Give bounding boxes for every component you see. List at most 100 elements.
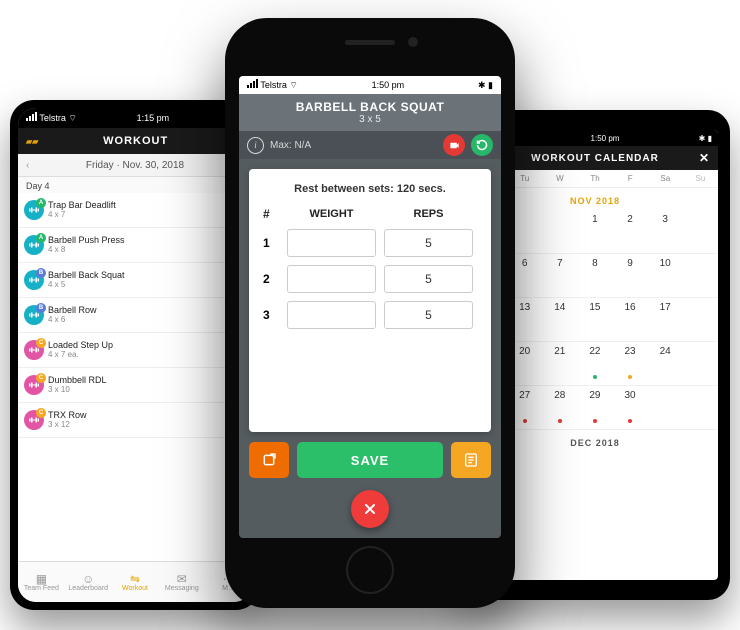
event-dots: [628, 419, 632, 423]
exercise-scheme: 4 x 5: [48, 281, 252, 290]
logo: ▰▰: [26, 137, 38, 146]
calendar-day[interactable]: 15: [577, 298, 612, 342]
calendar-day[interactable]: 28: [542, 386, 577, 430]
superset-badge: A: [36, 198, 46, 208]
status-left: Telstra ⌔: [247, 79, 298, 91]
calendar-day: [648, 386, 683, 430]
exercise-title: BARBELL BACK SQUAT: [239, 100, 501, 114]
day-number: 28: [554, 390, 565, 401]
set-number: 2: [263, 272, 283, 286]
calendar-day[interactable]: 30: [613, 386, 648, 430]
exercise-item[interactable]: BBarbell Back Squat4 x 5: [18, 263, 252, 298]
calendar-day[interactable]: 10: [648, 254, 683, 298]
calendar-day: [683, 254, 718, 298]
exercise-item[interactable]: ATrap Bar Deadlift4 x 7: [18, 193, 252, 228]
day-number: 3: [662, 214, 668, 225]
day-number: 22: [589, 346, 600, 357]
status-bar: Telstra ⌔ 1:15 pm ✱ ▮: [18, 108, 252, 128]
tab-icon: ▦: [36, 573, 47, 585]
calendar-day: [683, 298, 718, 342]
calendar-day[interactable]: 14: [542, 298, 577, 342]
date-bar[interactable]: ‹ Friday · Nov. 30, 2018: [18, 154, 252, 177]
tab-label: Leaderboard: [68, 585, 108, 592]
calendar-day[interactable]: 9: [613, 254, 648, 298]
wifi-icon: ⌔: [68, 113, 76, 123]
exercise-name: Dumbbell RDL: [48, 376, 252, 386]
exercise-scheme: 4 x 7 ea.: [48, 351, 252, 360]
save-button[interactable]: SAVE: [297, 442, 443, 478]
calendar-day[interactable]: 24: [648, 342, 683, 386]
chevron-left-icon[interactable]: ‹: [26, 160, 29, 171]
calendar-day[interactable]: 17: [648, 298, 683, 342]
superset-badge: C: [36, 408, 46, 418]
calendar-day[interactable]: 3: [648, 210, 683, 254]
calendar-day[interactable]: 2: [613, 210, 648, 254]
calendar-day[interactable]: 8: [577, 254, 612, 298]
exercise-icon: B: [24, 270, 44, 290]
day-number: 27: [519, 390, 530, 401]
day-number: 15: [589, 302, 600, 313]
carrier-label: Telstra: [260, 80, 287, 90]
weight-input[interactable]: [287, 229, 376, 257]
weekday: Sa: [648, 170, 683, 187]
calendar-day[interactable]: 16: [613, 298, 648, 342]
home-button[interactable]: [346, 546, 394, 594]
tab-bar: ▦Team Feed☺Leaderboard⇋Workout✉Messaging…: [18, 561, 252, 602]
close-icon[interactable]: ✕: [699, 151, 710, 165]
close-button[interactable]: [351, 490, 389, 528]
exercise-scheme: 3 x 10: [48, 386, 252, 395]
exercise-icon: C: [24, 340, 44, 360]
exercise-icon: B: [24, 305, 44, 325]
record-button[interactable]: [443, 134, 465, 156]
info-icon[interactable]: i: [247, 137, 264, 154]
exercise-list[interactable]: ATrap Bar Deadlift4 x 7ABarbell Push Pre…: [18, 193, 252, 561]
rest-label: Rest between sets: 120 secs.: [263, 183, 477, 195]
reps-input[interactable]: 5: [384, 265, 473, 293]
exercise-item[interactable]: ABarbell Push Press4 x 8: [18, 228, 252, 263]
superset-badge: B: [36, 268, 46, 278]
sets-list: 152535: [263, 229, 477, 337]
reps-input[interactable]: 5: [384, 229, 473, 257]
set-row: 15: [263, 229, 477, 257]
exercise-item[interactable]: CLoaded Step Up4 x 7 ea.: [18, 333, 252, 368]
exercise-icon: C: [24, 410, 44, 430]
calendar-day[interactable]: 23: [613, 342, 648, 386]
weekday: Th: [577, 170, 612, 187]
set-number: 1: [263, 236, 283, 250]
notes-button[interactable]: [451, 442, 491, 478]
calendar-day[interactable]: 7: [542, 254, 577, 298]
col-reps: REPS: [384, 208, 473, 220]
exercise-item[interactable]: CTRX Row3 x 12: [18, 403, 252, 438]
exercise-item[interactable]: CDumbbell RDL3 x 10: [18, 368, 252, 403]
calendar-day[interactable]: 21: [542, 342, 577, 386]
event-dots: [593, 419, 597, 423]
weight-input[interactable]: [287, 265, 376, 293]
day-number: 9: [627, 258, 633, 269]
calendar-day[interactable]: 22: [577, 342, 612, 386]
event-dots: [628, 375, 632, 379]
day-number: 30: [625, 390, 636, 401]
share-button[interactable]: [249, 442, 289, 478]
exercise-scheme: 4 x 8: [48, 246, 252, 255]
refresh-button[interactable]: [471, 134, 493, 156]
day-number: 16: [625, 302, 636, 313]
day-number: 29: [589, 390, 600, 401]
tab-messaging[interactable]: ✉Messaging: [158, 562, 205, 602]
set-row: 35: [263, 301, 477, 329]
screen: Telstra ⌔ 1:15 pm ✱ ▮ ▰▰ WORKOUT 〽 ‹ Fri…: [18, 108, 252, 602]
reps-input[interactable]: 5: [384, 301, 473, 329]
weight-input[interactable]: [287, 301, 376, 329]
calendar-day[interactable]: 29: [577, 386, 612, 430]
exercise-item[interactable]: BBarbell Row4 x 6: [18, 298, 252, 333]
tab-workout[interactable]: ⇋Workout: [112, 562, 159, 602]
calendar-day[interactable]: 1: [577, 210, 612, 254]
tab-icon: ✉: [177, 573, 187, 585]
exercise-header: BARBELL BACK SQUAT 3 x 5: [239, 94, 501, 131]
tab-leaderboard[interactable]: ☺Leaderboard: [65, 562, 112, 602]
col-number: #: [263, 207, 283, 221]
superset-badge: A: [36, 233, 46, 243]
tab-team-feed[interactable]: ▦Team Feed: [18, 562, 65, 602]
status-left: Telstra ⌔: [26, 112, 77, 124]
exercise-text: Barbell Push Press4 x 8: [48, 236, 252, 255]
day-number: 8: [592, 258, 598, 269]
